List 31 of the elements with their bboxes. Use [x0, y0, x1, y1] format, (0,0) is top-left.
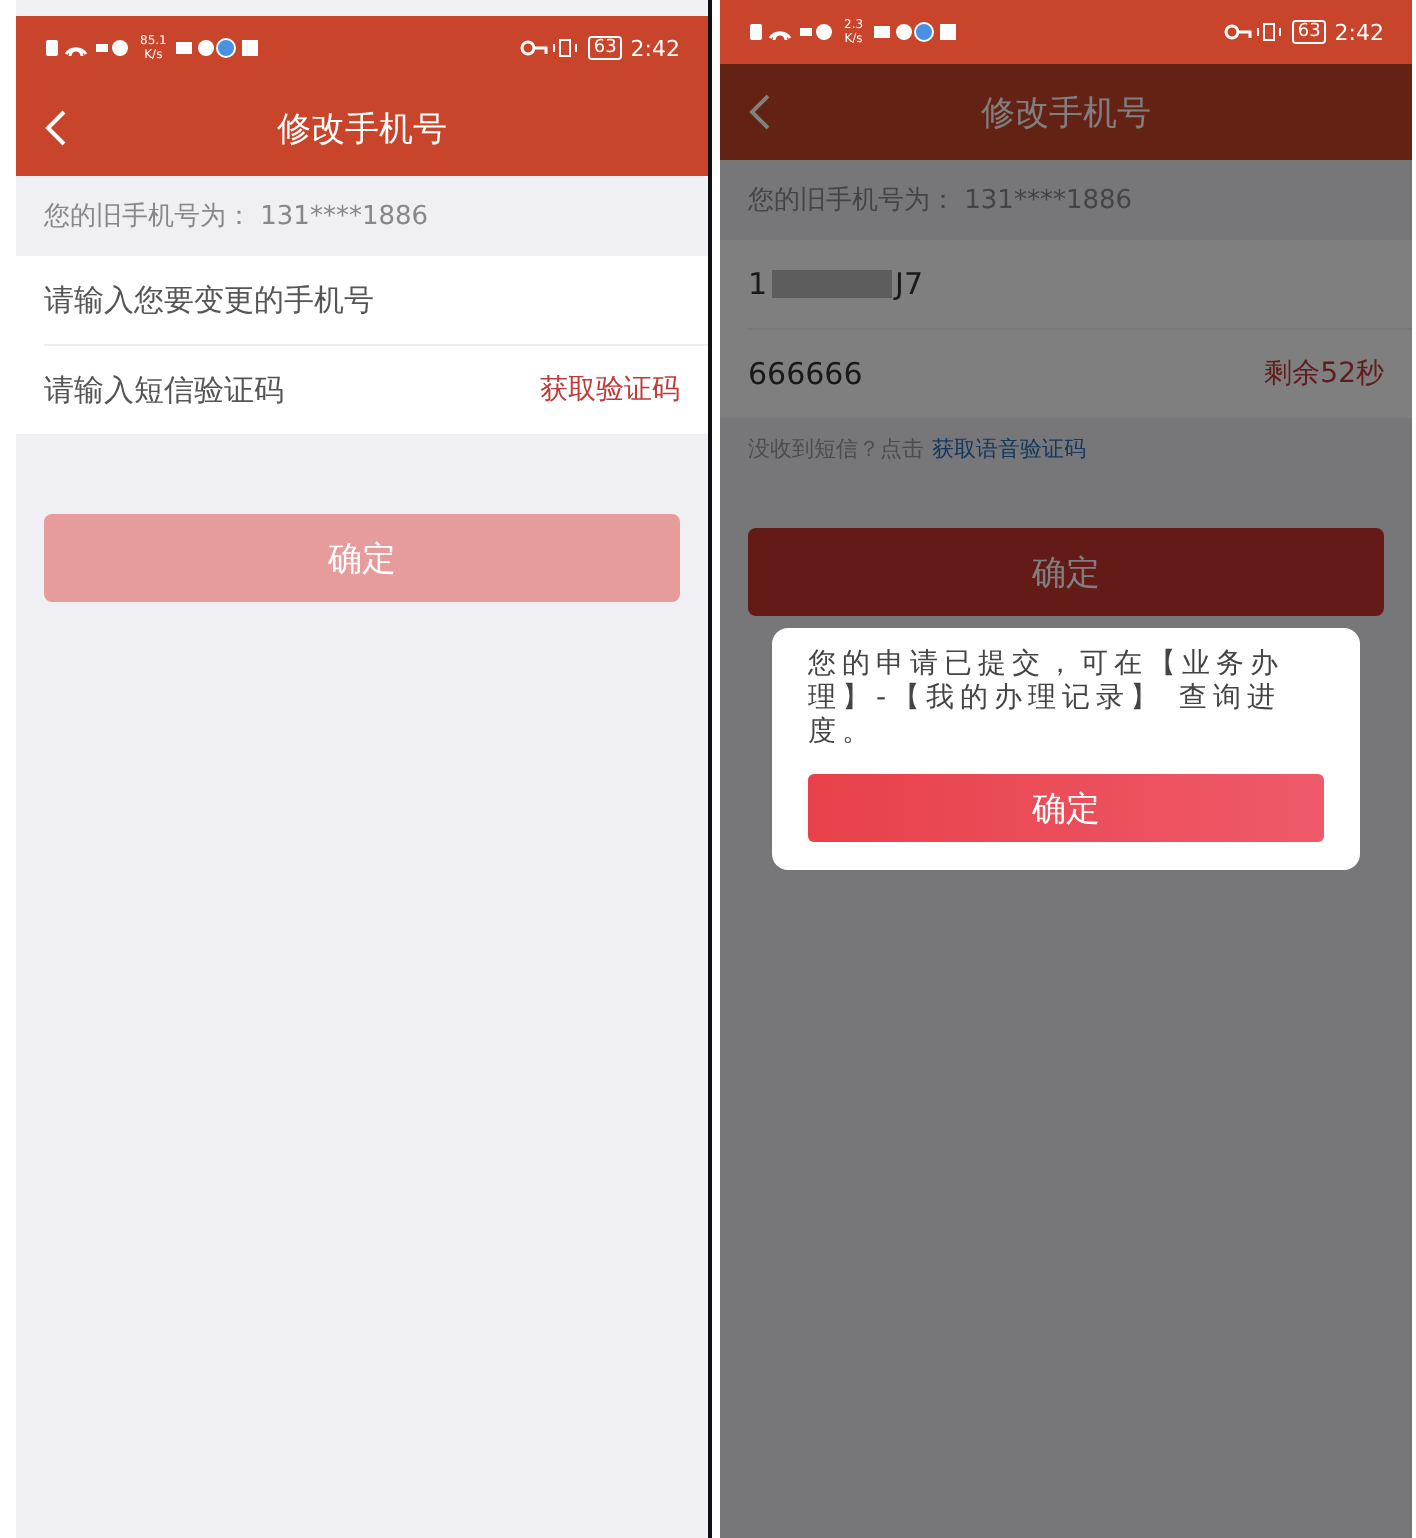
phone-input-field[interactable]: 请输入您要变更的手机号: [44, 256, 708, 346]
dialog-confirm-button[interactable]: 确定: [808, 774, 1324, 842]
battery-level: 63: [1291, 20, 1327, 44]
page-title: 修改手机号: [981, 91, 1151, 135]
confirm-button[interactable]: 确定: [748, 528, 1384, 616]
back-icon[interactable]: [748, 92, 772, 132]
notification-icons: [174, 36, 263, 60]
key-vibrate-icon: [519, 36, 580, 60]
phone-value-end: J7: [895, 266, 926, 302]
code-value: 666666: [748, 356, 863, 392]
status-icons: [748, 20, 836, 44]
get-code-link[interactable]: 获取验证码: [540, 372, 680, 408]
page-title: 修改手机号: [277, 107, 447, 151]
status-time: 2:42: [630, 35, 680, 61]
back-icon[interactable]: [44, 108, 68, 148]
voice-code-link[interactable]: 获取语音验证码: [932, 434, 1086, 464]
code-input-field[interactable]: 666666 剩余52秒: [748, 330, 1412, 418]
blurred-block: [771, 270, 892, 298]
code-placeholder: 请输入短信验证码: [44, 371, 286, 409]
phone-placeholder: 请输入您要变更的手机号: [44, 281, 376, 319]
status-time: 2:42: [1334, 19, 1384, 45]
key-vibrate-icon: [1223, 20, 1284, 44]
phone-value-start: 1: [748, 266, 768, 302]
notification-icons: [871, 20, 960, 44]
battery-level: 63: [587, 36, 623, 60]
phone-input-field[interactable]: 1 J7: [748, 240, 1412, 330]
get-code-link[interactable]: 剩余52秒: [1264, 356, 1384, 392]
status-icons: [44, 36, 132, 60]
old-phone-text: 您的旧手机号为： 131****1886: [44, 200, 429, 234]
dialog-message: 您的申请已提交，可在【业务办理】-【我的办理记录】 查询进度。: [808, 648, 1286, 750]
code-input-field[interactable]: 请输入短信验证码 获取验证码: [44, 346, 708, 434]
